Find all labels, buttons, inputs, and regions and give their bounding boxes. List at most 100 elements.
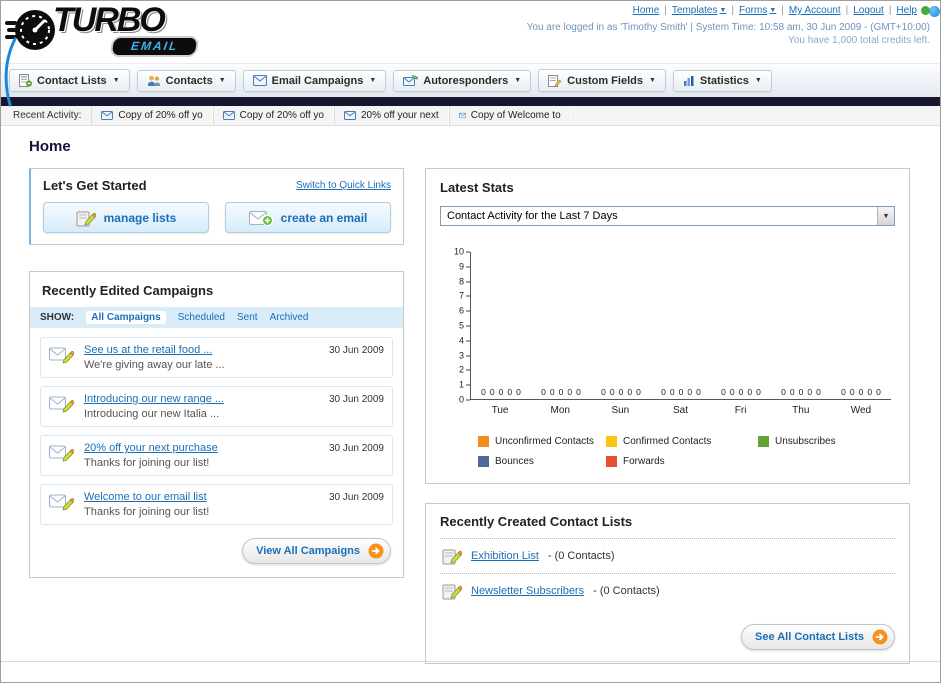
campaign-date: 30 Jun 2009 bbox=[328, 443, 384, 454]
decor-dot bbox=[929, 6, 940, 17]
link-my-account[interactable]: My Account bbox=[789, 5, 841, 16]
nav-tab-contact-lists[interactable]: Contact Lists ▼ bbox=[9, 69, 130, 92]
envelope-icon bbox=[458, 112, 466, 119]
get-started-panel: Let's Get Started Switch to Quick Links … bbox=[29, 168, 404, 245]
chart-value-group: 00000 bbox=[721, 387, 761, 397]
envelope-pencil-icon bbox=[49, 494, 75, 511]
envelope-plus-icon bbox=[248, 210, 273, 226]
chevron-down-icon: ▼ bbox=[514, 77, 522, 84]
separator: | bbox=[731, 5, 735, 16]
legend-item: Confirmed Contacts bbox=[606, 436, 758, 447]
top-links: Home | Templates ▼ | Forms ▼ | My Account … bbox=[633, 5, 930, 16]
recent-activity-item[interactable]: Copy of 20% off yo bbox=[212, 106, 334, 125]
chevron-down-icon: ▼ bbox=[648, 77, 656, 84]
right-column: Latest Stats Contact Activity for the La… bbox=[425, 168, 910, 664]
chevron-down-icon: ▼ bbox=[754, 77, 762, 84]
nav-tab-contacts[interactable]: Contacts ▼ bbox=[136, 69, 236, 92]
left-column: Let's Get Started Switch to Quick Links … bbox=[29, 168, 404, 578]
chart-value-group: 00000 bbox=[661, 387, 701, 397]
campaigns-title: Recently Edited Campaigns bbox=[42, 283, 214, 298]
envelope-icon bbox=[343, 111, 356, 120]
legend-item: Forwards bbox=[606, 456, 758, 467]
legend-item: Bounces bbox=[478, 456, 606, 467]
create-email-button[interactable]: create an email bbox=[225, 202, 391, 233]
login-info: You are logged in as 'Timothy Smith' | S… bbox=[526, 22, 930, 33]
show-label: SHOW: bbox=[40, 312, 75, 323]
recent-campaigns-panel: Recently Edited Campaigns SHOW: All Camp… bbox=[29, 271, 404, 578]
link-home[interactable]: Home bbox=[633, 5, 660, 16]
pencil-icon bbox=[442, 549, 462, 565]
chart-value-group: 00000 bbox=[841, 387, 881, 397]
filter-all-campaigns[interactable]: All Campaigns bbox=[86, 311, 166, 324]
switch-quick-links[interactable]: Switch to Quick Links bbox=[296, 180, 391, 191]
chart-plot: 00000 00000 00000 00000 00000 00000 00000 bbox=[470, 252, 891, 400]
legend-swatch bbox=[758, 436, 769, 447]
contact-list-row[interactable]: Exhibition List - (0 Contacts) bbox=[440, 538, 895, 573]
campaign-link[interactable]: Welcome to our email list bbox=[84, 491, 320, 503]
filter-sent[interactable]: Sent bbox=[237, 312, 258, 323]
footer-divider bbox=[1, 661, 940, 662]
link-templates[interactable]: Templates ▼ bbox=[672, 5, 727, 16]
pencil-icon bbox=[442, 584, 462, 600]
envelope-pencil-icon bbox=[49, 347, 75, 364]
latest-stats-panel: Latest Stats Contact Activity for the La… bbox=[425, 168, 910, 484]
get-started-title: Let's Get Started bbox=[43, 178, 147, 193]
link-help[interactable]: Help bbox=[896, 5, 930, 16]
logo-email: EMAIL bbox=[109, 36, 200, 57]
main-nav: Contact Lists ▼ Contacts ▼ Email Campaigns… bbox=[1, 63, 940, 97]
campaign-row[interactable]: 20% off your next purchase Thanks for jo… bbox=[40, 435, 393, 476]
main-content: Home Let's Get Started Switch to Quick L… bbox=[1, 126, 940, 664]
campaign-link[interactable]: 20% off your next purchase bbox=[84, 442, 320, 454]
page-title: Home bbox=[29, 138, 71, 155]
campaign-link[interactable]: See us at the retail food ... bbox=[84, 344, 320, 356]
campaign-row[interactable]: Welcome to our email list Thanks for joi… bbox=[40, 484, 393, 525]
envelope-icon bbox=[222, 111, 235, 120]
stats-range-select[interactable]: Contact Activity for the Last 7 Days ▼ bbox=[440, 206, 895, 226]
contact-list-row[interactable]: Newsletter Subscribers - (0 Contacts) bbox=[440, 573, 895, 608]
chart-x-label: Thu bbox=[792, 405, 810, 416]
chart-x-label: Wed bbox=[850, 405, 872, 416]
campaign-row[interactable]: Introducing our new range ... Introducin… bbox=[40, 386, 393, 427]
statistics-icon bbox=[683, 75, 694, 86]
separator: | bbox=[845, 5, 849, 16]
campaign-subtitle: Introducing our new Italia ... bbox=[84, 408, 220, 420]
nav-divider-bar bbox=[1, 97, 940, 106]
campaign-date: 30 Jun 2009 bbox=[328, 394, 384, 405]
recent-activity-item[interactable]: 20% off your next bbox=[333, 106, 449, 125]
see-all-contact-lists-button[interactable]: See All Contact Lists bbox=[740, 624, 895, 650]
autoresponders-icon bbox=[403, 74, 419, 86]
app-logo: TURBO EMAIL bbox=[5, 3, 200, 57]
filter-scheduled[interactable]: Scheduled bbox=[178, 312, 225, 323]
recent-activity-item[interactable]: Copy of 20% off yo bbox=[91, 106, 213, 125]
legend-item: Unconfirmed Contacts bbox=[478, 436, 606, 447]
chevron-down-icon: ▼ bbox=[877, 207, 894, 225]
nav-tab-statistics[interactable]: Statistics ▼ bbox=[672, 69, 772, 92]
campaign-link[interactable]: Introducing our new range ... bbox=[84, 393, 320, 405]
stats-title: Latest Stats bbox=[440, 180, 514, 195]
nav-tab-email-campaigns[interactable]: Email Campaigns ▼ bbox=[242, 69, 387, 92]
chevron-down-icon: ▼ bbox=[218, 77, 226, 84]
chart-x-label: Fri bbox=[734, 405, 747, 416]
nav-tab-custom-fields[interactable]: Custom Fields ▼ bbox=[538, 69, 666, 92]
filter-archived[interactable]: Archived bbox=[270, 312, 309, 323]
campaign-date: 30 Jun 2009 bbox=[328, 345, 384, 356]
link-logout[interactable]: Logout bbox=[853, 5, 884, 16]
chart-y-axis: 0 1 2 3 4 5 6 7 8 9 10 bbox=[444, 247, 470, 404]
email-campaigns-icon bbox=[252, 75, 267, 86]
chart-value-group: 00000 bbox=[781, 387, 821, 397]
link-forms[interactable]: Forms ▼ bbox=[739, 5, 776, 16]
contact-list-link[interactable]: Newsletter Subscribers bbox=[471, 585, 584, 597]
app-window: TURBO EMAIL Home | Templates ▼ | Forms ▼ |… bbox=[0, 0, 941, 683]
legend-swatch bbox=[606, 456, 617, 467]
legend-swatch bbox=[606, 436, 617, 447]
view-all-campaigns-button[interactable]: View All Campaigns bbox=[242, 538, 391, 564]
recent-activity-item[interactable]: Copy of Welcome to bbox=[448, 106, 571, 125]
contact-lists-title: Recently Created Contact Lists bbox=[440, 514, 633, 529]
campaign-row[interactable]: See us at the retail food ... We're givi… bbox=[40, 337, 393, 378]
recent-activity-label: Recent Activity: bbox=[13, 110, 82, 121]
contact-list-link[interactable]: Exhibition List bbox=[471, 550, 539, 562]
separator: | bbox=[781, 5, 784, 16]
manage-lists-button[interactable]: manage lists bbox=[43, 202, 209, 233]
nav-tab-autoresponders[interactable]: Autoresponders ▼ bbox=[393, 69, 532, 92]
contacts-icon bbox=[147, 75, 160, 86]
